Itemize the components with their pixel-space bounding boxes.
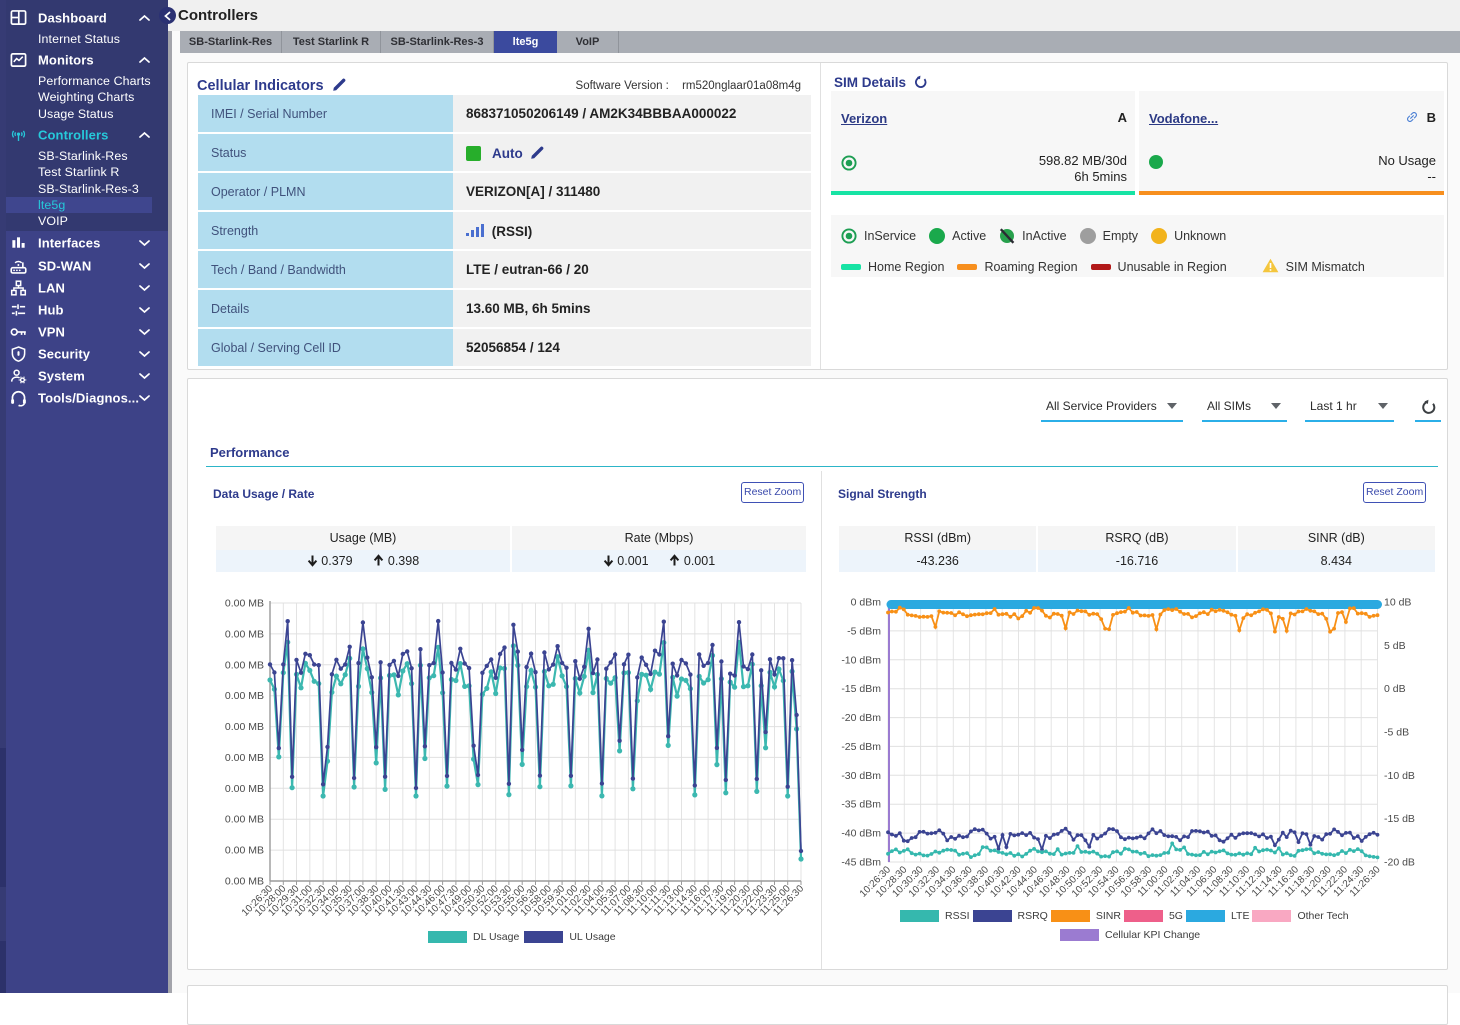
svg-text:-5 dB: -5 dB <box>1384 727 1409 739</box>
svg-text:10 dB: 10 dB <box>1384 597 1411 609</box>
svg-text:-30 dBm: -30 dBm <box>841 770 881 782</box>
svg-text:0.00 MB: 0.00 MB <box>225 690 264 702</box>
svg-text:-10 dB: -10 dB <box>1384 770 1415 782</box>
svg-text:0 dBm: 0 dBm <box>850 597 881 609</box>
svg-text:0.00 MB: 0.00 MB <box>225 752 264 764</box>
svg-text:-40 dBm: -40 dBm <box>841 828 881 840</box>
svg-text:-25 dBm: -25 dBm <box>841 741 881 753</box>
svg-text:0.00 MB: 0.00 MB <box>225 659 264 671</box>
svg-text:-35 dBm: -35 dBm <box>841 799 881 811</box>
svg-text:0.00 MB: 0.00 MB <box>225 845 264 857</box>
svg-text:-20 dBm: -20 dBm <box>841 712 881 724</box>
svg-text:-10 dBm: -10 dBm <box>841 654 881 666</box>
svg-text:0.00 MB: 0.00 MB <box>225 783 264 795</box>
svg-text:-20 dB: -20 dB <box>1384 857 1415 869</box>
svg-text:0.00 MB: 0.00 MB <box>225 814 264 826</box>
svg-text:0.00 MB: 0.00 MB <box>225 598 264 610</box>
svg-text:0 dB: 0 dB <box>1384 683 1406 695</box>
svg-text:0.00 MB: 0.00 MB <box>225 876 264 888</box>
svg-text:-5 dBm: -5 dBm <box>847 625 881 637</box>
svg-text:-15 dBm: -15 dBm <box>841 683 881 695</box>
svg-text:-45 dBm: -45 dBm <box>841 857 881 869</box>
svg-text:0.00 MB: 0.00 MB <box>225 721 264 733</box>
svg-text:-15 dB: -15 dB <box>1384 813 1415 825</box>
svg-text:0.00 MB: 0.00 MB <box>225 628 264 640</box>
svg-text:5 dB: 5 dB <box>1384 640 1406 652</box>
